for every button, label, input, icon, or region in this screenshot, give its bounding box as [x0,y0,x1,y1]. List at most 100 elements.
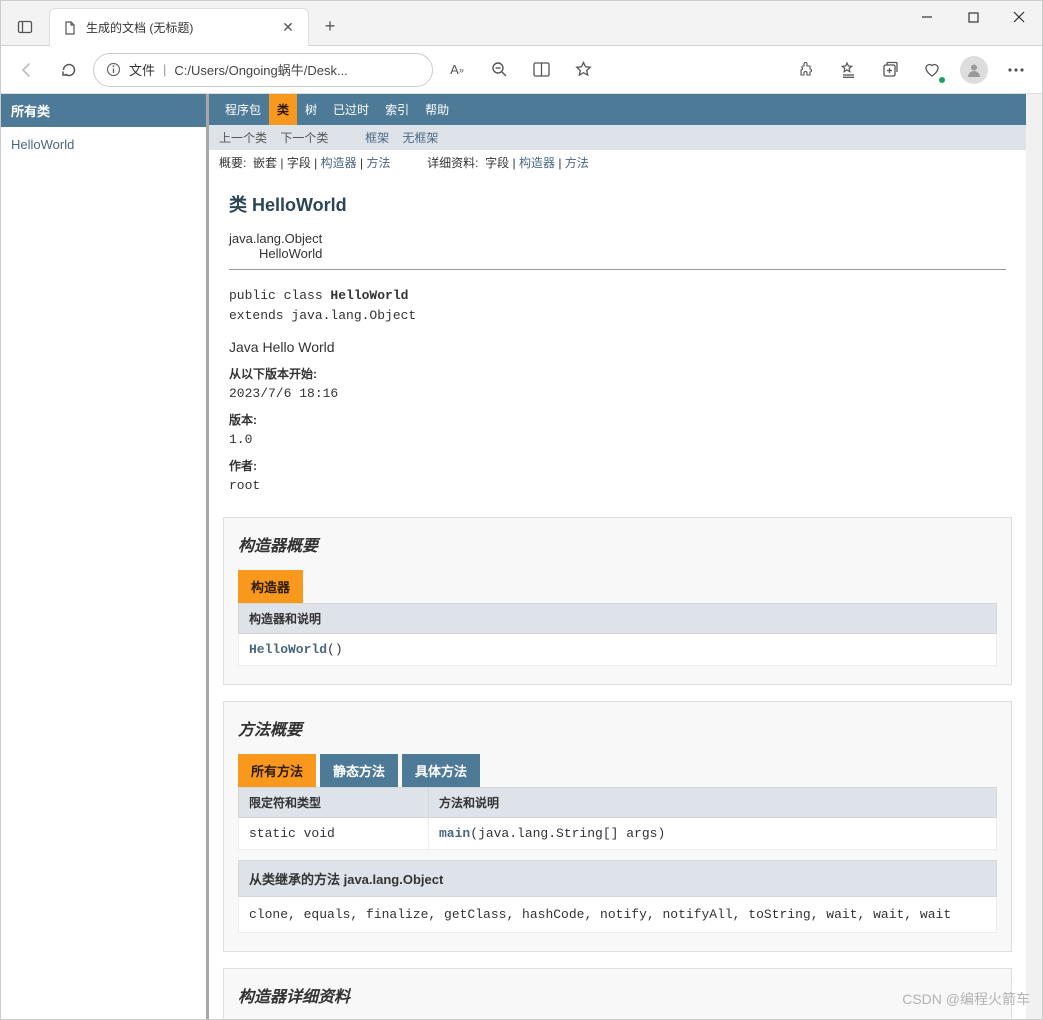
refresh-button[interactable] [51,52,87,88]
detail-label: 详细资料: [427,156,478,170]
more-button[interactable] [998,52,1034,88]
site-info-icon[interactable] [106,62,121,77]
zoom-out-icon [491,61,508,78]
method-th1: 限定符和类型 [239,788,429,818]
refresh-icon [60,61,78,79]
method-tab-static[interactable]: 静态方法 [320,754,398,787]
maximize-button[interactable] [950,1,996,33]
heart-pulse-icon [923,61,941,79]
constr-tab[interactable]: 构造器 [238,570,303,603]
method-link[interactable]: main [439,826,470,841]
profile-button[interactable] [956,52,992,88]
star-icon [575,61,592,78]
window-controls [904,1,1042,45]
inherited-heading: 从类继承的方法 java.lang.Object [238,860,997,897]
next-class: 下一个类 [280,131,328,145]
inherited-methods: clone, equals, finalize, getClass, hashC… [238,897,997,933]
all-classes-frame: 所有类 HelloWorld [1,94,209,1019]
overview-label: 概要: [219,156,246,170]
favorites-list-button[interactable] [830,52,866,88]
summary-line: 概要: 嵌套 | 字段 | 构造器 | 方法 详细资料: 字段 | 构造器 | … [209,150,1026,175]
collections-icon [882,61,899,78]
class-link-helloworld[interactable]: HelloWorld [11,137,74,152]
version-value: 1.0 [229,432,1006,447]
panel-icon [17,19,33,35]
inheritance-tree: java.lang.Object HelloWorld [229,231,1006,261]
class-header-block: 类 HelloWorld java.lang.Object HelloWorld… [209,175,1026,501]
minimize-button[interactable] [904,1,950,33]
method-th2: 方法和说明 [429,788,997,818]
nav-help[interactable]: 帮助 [417,94,457,125]
all-classes-header: 所有类 [1,94,206,127]
detail-field: 字段 [485,156,509,170]
author-value: root [229,478,1006,493]
method-heading: 方法概要 [238,716,997,740]
arrow-left-icon [18,61,36,79]
version-label: 版本: [229,411,1006,428]
tab-actions-button[interactable] [7,9,43,45]
favorite-button[interactable] [565,52,601,88]
overview-method-link[interactable]: 方法 [366,156,390,170]
this-class: HelloWorld [259,246,1006,261]
overview-nested: 嵌套 [253,156,277,170]
tab-close-button[interactable]: ✕ [280,20,296,36]
method-summary: 方法概要 所有方法 静态方法 具体方法 限定符和类型 方法和说明 static … [223,701,1012,952]
nav-tree[interactable]: 树 [297,94,325,125]
titlebar: 生成的文档 (无标题) ✕ + [1,1,1042,46]
detail-constr-link[interactable]: 构造器 [519,156,555,170]
file-icon [62,20,78,36]
since-value: 2023/7/6 18:16 [229,386,1006,401]
back-button[interactable] [9,52,45,88]
class-description: Java Hello World [229,339,1006,355]
method-sig-cell: main(java.lang.String[] args) [429,818,997,850]
prev-class: 上一个类 [219,131,267,145]
url-scheme: 文件 [129,60,155,79]
split-icon [533,62,550,77]
favorites-icon [839,61,857,79]
detail-method-link[interactable]: 方法 [565,156,589,170]
performance-button[interactable] [914,52,950,88]
parent-class: java.lang.Object [229,231,1006,246]
extensions-button[interactable] [788,52,824,88]
avatar-icon [960,56,988,84]
noframes-link[interactable]: 无框架 [402,131,438,145]
author-label: 作者: [229,457,1006,474]
new-tab-button[interactable]: + [315,11,345,41]
constr-th: 构造器和说明 [239,604,997,634]
close-window-button[interactable] [996,1,1042,33]
ellipsis-icon [1007,68,1025,72]
method-tab-concrete[interactable]: 具体方法 [402,754,480,787]
method-mod: static void [239,818,429,850]
sub-nav: 上一个类 下一个类 框架 无框架 [209,125,1026,150]
constr-link[interactable]: HelloWorld [249,642,327,657]
url-separator: | [163,62,166,77]
address-bar[interactable]: 文件 | C:/Users/Ongoing蜗牛/Desk... [93,53,433,87]
scrollbar[interactable] [1026,94,1042,1019]
constr-heading: 构造器概要 [238,532,997,556]
nav-class[interactable]: 类 [269,94,297,125]
tab-title: 生成的文档 (无标题) [86,19,272,36]
page-content: 所有类 HelloWorld 程序包 类 树 已过时 索引 帮助 上一个类 [1,94,1042,1019]
class-declaration: public class HelloWorld extends java.lan… [229,286,1006,325]
constructor-detail: 构造器详细资料 [223,968,1012,1019]
browser-window: 生成的文档 (无标题) ✕ + 文件 | [0,0,1043,1020]
split-screen-button[interactable] [523,52,559,88]
frames-link[interactable]: 框架 [365,131,389,145]
since-label: 从以下版本开始: [229,365,1006,382]
overview-constr-link[interactable]: 构造器 [321,156,357,170]
constr-detail-heading: 构造器详细资料 [238,983,997,1007]
top-nav: 程序包 类 树 已过时 索引 帮助 [209,94,1026,125]
method-tab-all[interactable]: 所有方法 [238,754,316,787]
zoom-out-button[interactable] [481,52,517,88]
overview-field: 字段 [287,156,311,170]
nav-package[interactable]: 程序包 [217,94,269,125]
class-frame[interactable]: 程序包 类 树 已过时 索引 帮助 上一个类 下一个类 框架 无框架 概要: [209,94,1026,1019]
nav-deprecated[interactable]: 已过时 [325,94,377,125]
class-title: 类 HelloWorld [229,191,1006,217]
url-path: C:/Users/Ongoing蜗牛/Desk... [174,60,347,79]
collections-button[interactable] [872,52,908,88]
read-aloud-button[interactable]: A» [439,52,475,88]
browser-toolbar: 文件 | C:/Users/Ongoing蜗牛/Desk... A» [1,46,1042,94]
browser-tab[interactable]: 生成的文档 (无标题) ✕ [49,8,309,46]
nav-index[interactable]: 索引 [377,94,417,125]
